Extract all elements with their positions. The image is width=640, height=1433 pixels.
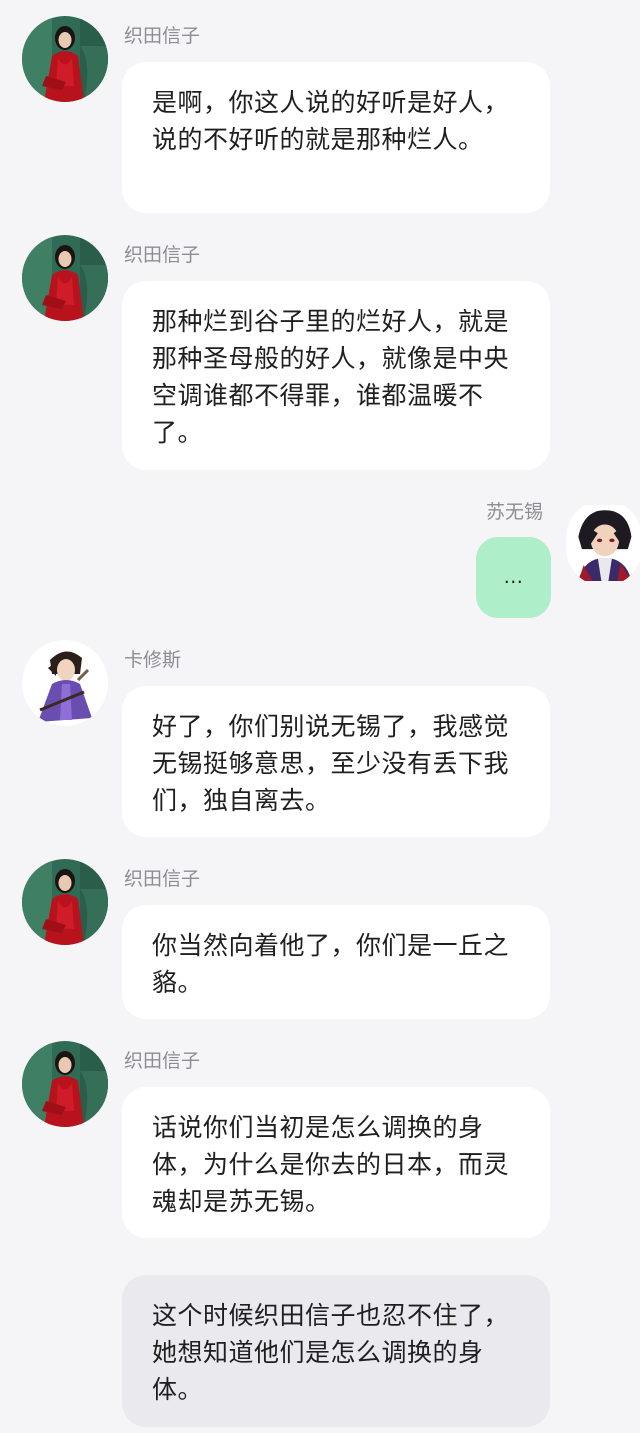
message-text: 好了，你们别说无锡了，我感觉无锡挺够意思，至少没有丢下我们，独自离去。 — [152, 712, 510, 815]
message-bubble[interactable]: 话说你们当初是怎么调换的身体，为什么是你去的日本，而灵魂却是苏无锡。 — [122, 1087, 550, 1238]
message-item: 织田信子 是啊，你这人说的好听是好人，说的不好听的就是那种烂人。 — [0, 0, 640, 220]
oda-avatar[interactable] — [22, 859, 108, 945]
narration-item: 这个时候织田信子也忍不住了，她想知道他们是怎么调换的身体。 — [0, 1270, 640, 1433]
message-item: 卡修斯 好了，你们别说无锡了，我感觉无锡挺够意思，至少没有丢下我们，独自离去。 — [0, 624, 640, 844]
message-text: ... — [503, 566, 524, 588]
sender-name: 织田信子 — [124, 868, 201, 890]
message-bubble[interactable]: 好了，你们别说无锡了，我感觉无锡挺够意思，至少没有丢下我们，独自离去。 — [122, 686, 550, 837]
narration-text: 这个时候织田信子也忍不住了，她想知道他们是怎么调换的身体。 — [152, 1301, 510, 1404]
message-text: 那种烂到谷子里的烂好人，就是那种圣母般的好人，就像是中央空调谁都不得罪，谁都温暖… — [152, 307, 510, 447]
sender-name: 苏无锡 — [486, 501, 544, 523]
oda-avatar[interactable] — [22, 1041, 108, 1127]
message-bubble[interactable]: 你当然向着他了，你们是一丘之貉。 — [122, 905, 550, 1019]
oda-avatar-image — [22, 16, 108, 102]
message-item: 苏无锡 ... — [0, 492, 640, 622]
sender-name: 卡修斯 — [124, 649, 182, 671]
message-bubble[interactable]: 那种烂到谷子里的烂好人，就是那种圣母般的好人，就像是中央空调谁都不得罪，谁都温暖… — [122, 281, 550, 470]
chat-log: 织田信子 是啊，你这人说的好听是好人，说的不好听的就是那种烂人。 织田信子 那种… — [0, 0, 640, 1433]
sender-name: 织田信子 — [124, 1050, 201, 1072]
message-bubble[interactable]: ... — [476, 537, 551, 618]
kaxiu-avatar[interactable] — [22, 640, 108, 726]
kaxiu-avatar-image — [22, 640, 108, 726]
message-bubble[interactable]: 是啊，你这人说的好听是好人，说的不好听的就是那种烂人。 — [122, 62, 550, 213]
message-text: 你当然向着他了，你们是一丘之貉。 — [152, 931, 510, 997]
sender-name: 织田信子 — [124, 25, 201, 47]
message-text: 是啊，你这人说的好听是好人，说的不好听的就是那种烂人。 — [152, 88, 510, 154]
sender-name: 织田信子 — [124, 244, 201, 266]
oda-avatar-image — [22, 235, 108, 321]
su-avatar-image — [566, 500, 640, 586]
narration-bubble: 这个时候织田信子也忍不住了，她想知道他们是怎么调换的身体。 — [122, 1275, 550, 1427]
oda-avatar-image — [22, 1041, 108, 1127]
oda-avatar-image — [22, 859, 108, 945]
message-item: 织田信子 你当然向着他了，你们是一丘之貉。 — [0, 843, 640, 1023]
oda-avatar[interactable] — [22, 16, 108, 102]
message-item: 织田信子 那种烂到谷子里的烂好人，就是那种圣母般的好人，就像是中央空调谁都不得罪… — [0, 219, 640, 479]
oda-avatar[interactable] — [22, 235, 108, 321]
su-avatar[interactable] — [566, 500, 640, 586]
message-item: 织田信子 话说你们当初是怎么调换的身体，为什么是你去的日本，而灵魂却是苏无锡。 — [0, 1025, 640, 1245]
message-text: 话说你们当初是怎么调换的身体，为什么是你去的日本，而灵魂却是苏无锡。 — [152, 1113, 510, 1216]
